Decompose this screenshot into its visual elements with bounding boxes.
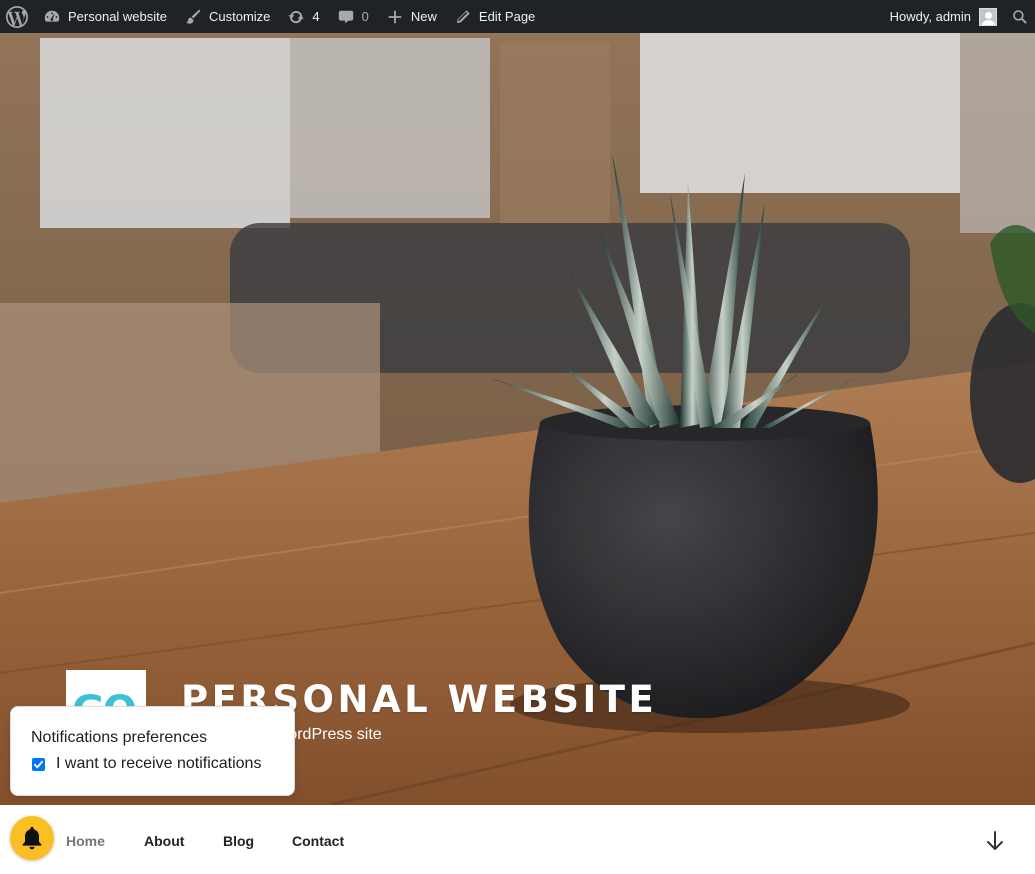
notifications-preferences-popover: Notifications preferences I want to rece… [10,706,295,796]
hero-header: GO Personal Website Just another WordPre… [0,33,1035,805]
notifications-checkbox-label[interactable]: I want to receive notifications [56,755,261,773]
site-name-menu[interactable]: Personal website [34,0,175,33]
paintbrush-icon [183,7,203,27]
admin-bar: Personal website Customize 4 0 New Edit … [0,0,1035,33]
comment-bubble-icon [336,7,356,27]
pencil-icon [453,7,473,27]
comments-count: 0 [361,9,369,24]
bell-icon [22,826,42,850]
new-label: New [410,9,437,24]
checkmark-icon [33,760,44,768]
edit-page-label: Edit Page [478,9,536,24]
my-account-menu[interactable]: Howdy, admin [882,0,1005,33]
customize-link[interactable]: Customize [175,0,278,33]
updates-count: 4 [312,9,320,24]
notifications-checkbox[interactable] [32,757,45,771]
customize-label: Customize [209,9,271,24]
edit-page-link[interactable]: Edit Page [445,0,543,33]
dashboard-gauge-icon [42,7,62,27]
updates-link[interactable]: 4 [278,0,327,33]
admin-bar-search-icon[interactable] [1005,0,1035,33]
notifications-option[interactable]: I want to receive notifications [31,755,274,773]
scroll-down-arrow-icon[interactable] [984,829,1006,853]
nav-item-blog[interactable]: Blog [223,833,254,849]
howdy-label: Howdy, admin [889,9,971,24]
comments-link[interactable]: 0 [328,0,377,33]
new-content-menu[interactable]: New [377,0,445,33]
site-name-label: Personal website [68,9,167,24]
avatar [979,7,997,26]
nav-item-about[interactable]: About [144,833,184,849]
wordpress-logo-icon[interactable] [0,0,34,33]
primary-navigation: Home About Blog Contact [0,805,1035,874]
nav-item-contact[interactable]: Contact [292,833,344,849]
notifications-bell-button[interactable] [10,816,54,860]
updates-refresh-icon [286,7,306,27]
plus-icon [385,7,405,27]
notifications-title: Notifications preferences [31,729,208,746]
nav-item-home[interactable]: Home [66,833,105,849]
